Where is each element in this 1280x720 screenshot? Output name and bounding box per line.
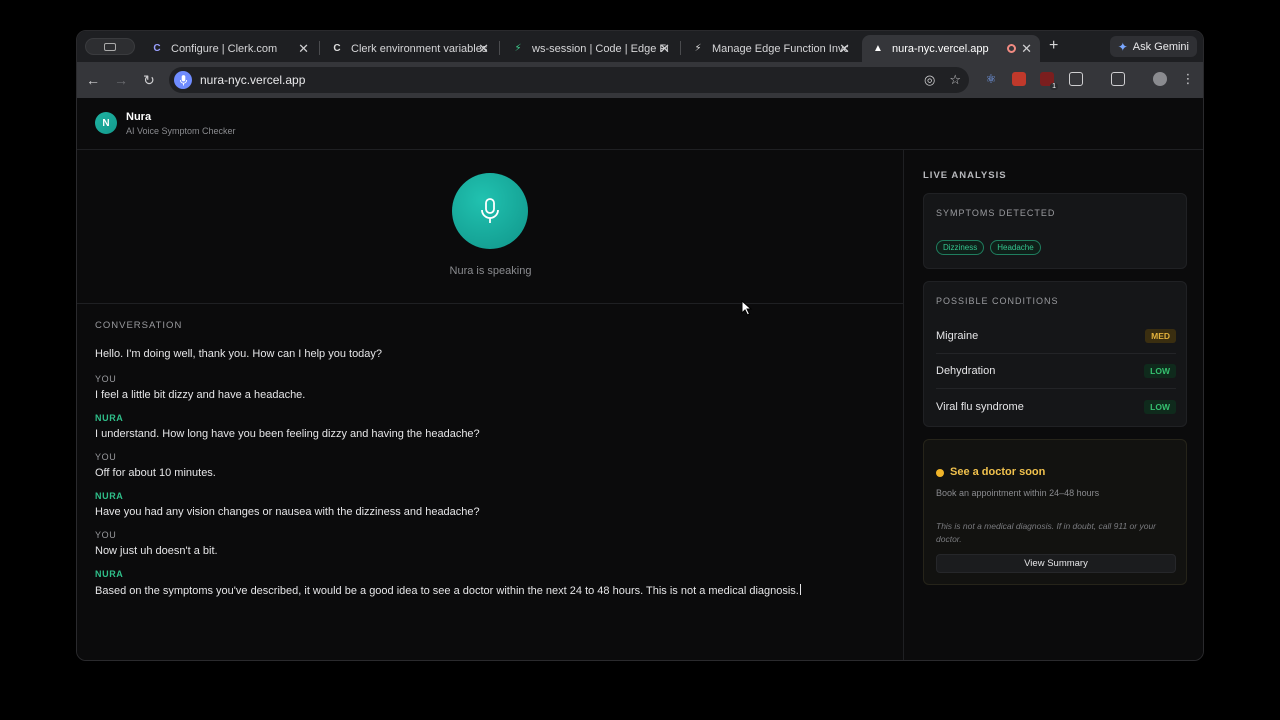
microphone-icon [481, 198, 499, 223]
reload-button[interactable]: ↻ [140, 71, 158, 89]
symptom-chips: Dizziness Headache [936, 240, 1041, 255]
advice-subtitle: Book an appointment within 24–48 hours [936, 488, 1100, 498]
nura-logo: N [95, 112, 117, 134]
microphone-button[interactable] [452, 173, 528, 249]
close-icon[interactable]: ✕ [659, 41, 670, 57]
menu-dots-icon[interactable]: ⋮ [1181, 72, 1195, 86]
mouse-cursor-icon [741, 300, 753, 316]
tab-nura[interactable]: ▲ nura-nyc.vercel.app ✕ [862, 35, 1040, 62]
window-icon [104, 42, 116, 51]
condition-row: Migraine MED [936, 319, 1176, 354]
tab-clerk-configure[interactable]: C Configure | Clerk.com ✕ [141, 35, 317, 62]
symptom-chip: Headache [990, 240, 1041, 255]
conversation-title: CONVERSATION [95, 320, 183, 331]
address-bar[interactable]: nura-nyc.vercel.app ◎ ☆ [169, 67, 969, 93]
bookmark-star-icon[interactable]: ☆ [949, 72, 961, 88]
message-you: YOU I feel a little bit dizzy and have a… [95, 374, 306, 401]
page: N Nura AI Voice Symptom Checker Nura is … [77, 98, 1203, 660]
status-dot-icon [936, 469, 944, 477]
gemini-icon: ✦ [1117, 39, 1128, 54]
back-button[interactable]: ← [84, 71, 102, 89]
puzzle-icon[interactable] [1069, 72, 1083, 86]
close-icon[interactable]: ✕ [1021, 41, 1032, 57]
vercel-icon: ▲ [873, 43, 883, 54]
microphone-icon[interactable] [174, 71, 192, 89]
condition-row: Dehydration LOW [936, 354, 1176, 389]
supabase-icon: ⚡ [514, 43, 522, 54]
live-analysis-title: LIVE ANALYSIS [923, 170, 1007, 181]
react-devtools-icon[interactable]: ⚛ [984, 72, 998, 86]
conversation: CONVERSATION Hello. I'm doing well, than… [95, 320, 885, 609]
extension-badge-icon[interactable]: 1 [1040, 72, 1058, 90]
browser-window: C Configure | Clerk.com ✕ C Clerk enviro… [76, 30, 1204, 661]
disclaimer: This is not a medical diagnosis. If in d… [936, 521, 1157, 544]
forward-button[interactable]: → [112, 71, 130, 89]
clerk-icon: C [333, 43, 341, 54]
severity-badge: MED [1145, 329, 1176, 343]
eye-off-icon[interactable]: ◎ [924, 72, 935, 88]
tab-edge-functions[interactable]: ⚡ Manage Edge Function Invo ✕ [682, 35, 858, 62]
browser-toolbar: ← → ↻ nura-nyc.vercel.app ◎ ☆ ⚛ 1 ⋮ [77, 62, 1203, 98]
conversation-panel: Nura is speaking CONVERSATION Hello. I'm… [77, 150, 904, 660]
side-panel-icon[interactable] [1111, 72, 1125, 86]
severity-badge: LOW [1144, 399, 1176, 414]
message-you: YOU Now just uh doesn't a bit. [95, 530, 218, 557]
recording-icon [1007, 44, 1016, 53]
condition-row: Viral flu syndrome LOW [936, 389, 1176, 424]
tab-clerk-env[interactable]: C Clerk environment variables ✕ [321, 35, 497, 62]
new-tab-button[interactable]: + [1049, 37, 1058, 55]
advice-title: See a doctor soon [950, 466, 1046, 478]
app-name: Nura [126, 111, 152, 123]
message-nura: Hello. I'm doing well, thank you. How ca… [95, 348, 383, 360]
tab-strip: C Configure | Clerk.com ✕ C Clerk enviro… [77, 31, 1203, 62]
close-icon[interactable]: ✕ [478, 41, 489, 57]
extension-red-icon[interactable] [1012, 72, 1026, 86]
message-nura: NURA Have you had any vision changes or … [95, 491, 480, 518]
typing-caret [799, 584, 801, 595]
avatar[interactable] [1153, 72, 1167, 86]
bolt-icon: ⚡ [694, 43, 702, 54]
severity-badge: LOW [1144, 364, 1176, 378]
advice-card: See a doctor soon Book an appointment wi… [923, 439, 1187, 585]
voice-section: Nura is speaking [77, 150, 903, 304]
tab-ws-session[interactable]: ⚡ ws-session | Code | Edge Fu ✕ [502, 35, 678, 62]
conditions-card: POSSIBLE CONDITIONS Migraine MED Dehydra… [923, 281, 1187, 427]
close-icon[interactable]: ✕ [298, 41, 309, 57]
speaking-status: Nura is speaking [449, 265, 532, 277]
app-subtitle: AI Voice Symptom Checker [126, 126, 236, 136]
close-icon[interactable]: ✕ [839, 41, 850, 57]
message-you: YOU Off for about 10 minutes. [95, 452, 216, 479]
analysis-panel: LIVE ANALYSIS SYMPTOMS DETECTED Dizzines… [905, 150, 1203, 660]
symptom-chip: Dizziness [936, 240, 985, 255]
clerk-icon: C [153, 43, 161, 54]
message-nura: NURA Based on the symptoms you've descri… [95, 569, 801, 597]
tab-search-button[interactable] [85, 38, 135, 55]
ask-gemini-button[interactable]: ✦ Ask Gemini [1109, 36, 1197, 57]
view-summary-button[interactable]: View Summary [936, 554, 1176, 573]
symptoms-card: SYMPTOMS DETECTED Dizziness Headache [923, 193, 1187, 269]
message-nura: NURA I understand. How long have you bee… [95, 413, 480, 440]
app-header: N Nura AI Voice Symptom Checker [77, 98, 1203, 150]
